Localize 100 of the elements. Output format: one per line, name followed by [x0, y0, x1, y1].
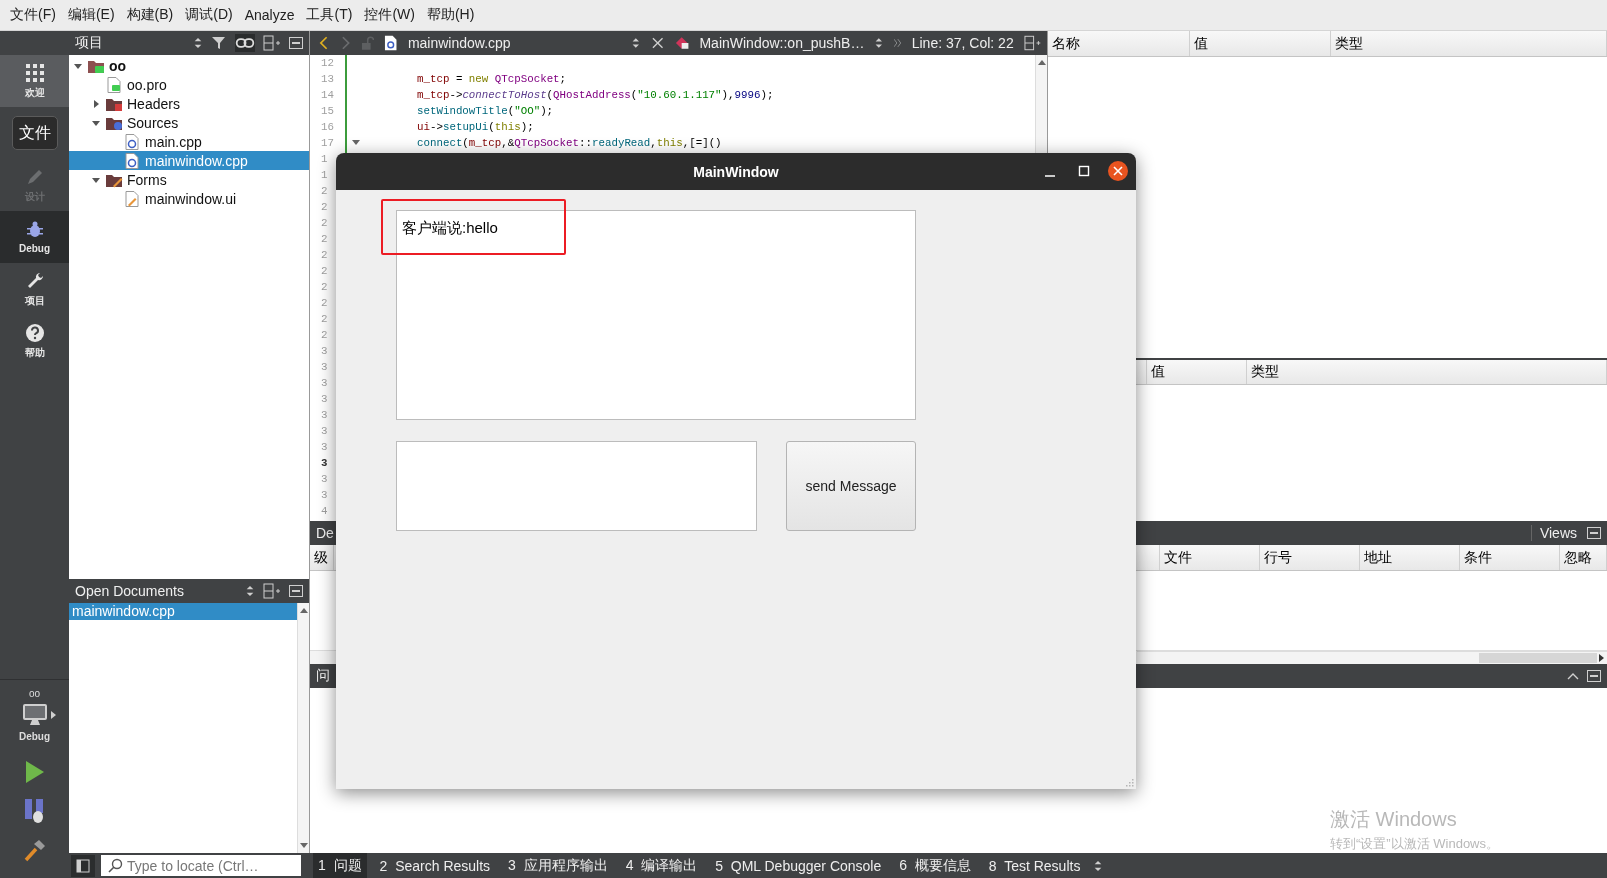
output-tab[interactable]: 4 编译输出: [620, 853, 703, 878]
menu-item[interactable]: 调试(D): [179, 6, 239, 24]
maximize-icon[interactable]: [1078, 165, 1090, 177]
monitor-icon[interactable]: [21, 703, 48, 727]
document-item[interactable]: mainwindow.cpp: [69, 603, 297, 620]
help-icon: [24, 322, 45, 343]
tree-item[interactable]: oo: [69, 56, 309, 75]
hammer-icon[interactable]: [22, 838, 47, 862]
column-header[interactable]: 值: [1147, 360, 1247, 384]
close-icon[interactable]: [1108, 161, 1128, 181]
column-header[interactable]: 忽略: [1560, 545, 1607, 570]
line-number: 12: [321, 57, 334, 69]
split-icon[interactable]: [1023, 35, 1041, 51]
tree-item[interactable]: mainwindow.ui: [69, 189, 309, 208]
menu-item[interactable]: 构建(B): [120, 6, 180, 24]
grid-icon: [24, 62, 45, 83]
column-header[interactable]: 类型: [1331, 31, 1607, 56]
close-icon[interactable]: [650, 36, 665, 50]
message-input[interactable]: [396, 441, 757, 531]
expander-icon[interactable]: [91, 98, 101, 109]
sort-icon[interactable]: [245, 584, 255, 598]
close-pane-icon[interactable]: [289, 37, 303, 49]
scroll-down-icon[interactable]: [299, 843, 308, 849]
activation-notice-title: 激活 Windows: [1330, 807, 1458, 832]
mode-button[interactable]: 欢迎: [0, 55, 69, 107]
tree-item[interactable]: oo.pro: [69, 75, 309, 94]
menu-item[interactable]: Analyze: [238, 7, 301, 23]
sidebar-toggle-icon[interactable]: [71, 854, 95, 877]
mode-button[interactable]: 项目: [0, 263, 69, 315]
send-button[interactable]: send Message: [786, 441, 916, 531]
tree-item[interactable]: main.cpp: [69, 132, 309, 151]
menu-item[interactable]: 编辑(E): [61, 6, 121, 24]
resize-grip-icon[interactable]: [1124, 777, 1134, 787]
column-header[interactable]: 值: [1190, 31, 1331, 56]
scroll-up-icon[interactable]: [1037, 59, 1046, 65]
column-header[interactable]: 条件: [1460, 545, 1560, 570]
line-number: 2: [321, 201, 328, 213]
mode-button[interactable]: 帮助: [0, 315, 69, 367]
menu-item[interactable]: 控件(W): [358, 6, 421, 24]
scrollbar[interactable]: [1137, 651, 1607, 664]
file-icon: [105, 76, 123, 93]
code-line: m_tcp->connectToHost(QHostAddress("10.60.1.117"),9996);: [417, 89, 774, 101]
menu-item[interactable]: 工具(T): [300, 6, 359, 24]
tree-item[interactable]: Headers: [69, 94, 309, 113]
column-header[interactable]: 类型: [1247, 360, 1607, 384]
cursor-position: Line: 37, Col: 22: [911, 35, 1014, 51]
output-tab[interactable]: 3 应用程序输出: [503, 853, 613, 878]
close-pane-icon[interactable]: [1587, 670, 1601, 682]
output-tab[interactable]: 6 概要信息: [894, 853, 976, 878]
close-pane-icon[interactable]: [289, 585, 303, 597]
scrollbar[interactable]: [297, 603, 309, 853]
mode-button[interactable]: Debug: [0, 211, 69, 263]
output-tab[interactable]: 1 问题: [313, 853, 367, 878]
output-tab[interactable]: 2 Search Results: [374, 853, 496, 878]
line-number: 13: [321, 73, 334, 85]
split-icon[interactable]: [263, 35, 281, 51]
symbol-selector[interactable]: MainWindow::on_pushB…: [699, 35, 865, 51]
tree-item[interactable]: Forms: [69, 170, 309, 189]
column-header[interactable]: 行号: [1260, 545, 1360, 570]
line-number: 3: [321, 393, 328, 405]
menu-item[interactable]: 帮助(H): [420, 6, 481, 24]
output-tab[interactable]: 5 QML Debugger Console: [710, 853, 887, 878]
close-pane-icon[interactable]: [1587, 527, 1601, 539]
locator-field[interactable]: Type to locate (Ctrl…: [101, 855, 301, 876]
scroll-up-icon[interactable]: [299, 607, 308, 613]
line-number: 2: [321, 329, 328, 341]
split-icon[interactable]: [263, 583, 281, 599]
back-icon[interactable]: [318, 35, 330, 51]
fold-icon[interactable]: [352, 140, 360, 146]
sort-icon[interactable]: [631, 36, 641, 50]
code-line: connect(m_tcp,&QTcpSocket::readyRead,this,[=](): [417, 137, 722, 149]
tree-item[interactable]: mainwindow.cpp: [69, 151, 309, 170]
line-number: 3: [321, 489, 328, 501]
filter-icon[interactable]: [211, 35, 227, 51]
chevron-up-icon[interactable]: [1567, 672, 1579, 680]
menu-item[interactable]: 文件(F): [4, 6, 62, 24]
tree-item[interactable]: Sources: [69, 113, 309, 132]
code-line: ui->setupUi(this);: [417, 121, 534, 133]
line-number: 17: [321, 137, 334, 149]
views-menu[interactable]: Views: [1530, 525, 1577, 541]
file-icon: [384, 35, 398, 51]
sort-icon[interactable]: [1093, 858, 1104, 873]
message-log[interactable]: 客户端说:hello: [396, 210, 916, 420]
pane-title: 项目: [75, 34, 103, 52]
chevron-icon: [894, 39, 902, 47]
column-header[interactable]: 名称: [1048, 31, 1190, 56]
file-selector[interactable]: mainwindow.cpp: [407, 35, 622, 51]
column-header[interactable]: 地址: [1360, 545, 1460, 570]
run-icon[interactable]: [24, 760, 45, 784]
sort-icon[interactable]: [193, 36, 203, 50]
line-number: 1: [321, 153, 328, 165]
link-icon[interactable]: [235, 34, 255, 52]
line-number: 3: [321, 409, 328, 421]
output-tab[interactable]: 8 Test Results: [983, 853, 1086, 878]
line-number: 3: [321, 473, 328, 485]
column-header[interactable]: 文件: [1160, 545, 1260, 570]
scrollbar[interactable]: [1035, 55, 1047, 151]
line-number: 2: [321, 233, 328, 245]
column-header[interactable]: 级: [310, 545, 334, 570]
scroll-right-icon[interactable]: [1599, 654, 1605, 662]
